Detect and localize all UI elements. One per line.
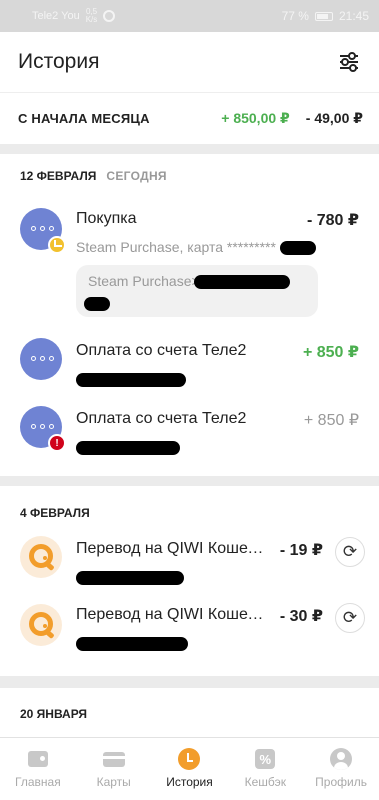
redaction-mark — [76, 441, 180, 456]
pending-clock-icon — [48, 236, 66, 254]
transaction-title: Оплата со счета Теле2 — [76, 410, 247, 427]
tab-label: Кешбэк — [244, 775, 286, 789]
transaction-amount: - 30 ₽ — [279, 608, 323, 625]
clock: 21:45 — [338, 9, 369, 23]
summary-label: С НАЧАЛА МЕСЯЦА — [18, 111, 150, 126]
more-dots-icon — [31, 356, 54, 361]
transaction-title: Перевод на QIWI Кошелек — [76, 540, 271, 557]
qiwi-avatar — [20, 536, 62, 578]
day-date: 12 ФЕВРАЛЯ — [20, 169, 97, 183]
history-icon — [178, 748, 201, 770]
redaction-mark — [194, 275, 290, 290]
transaction-amount: + 850 ₽ — [302, 344, 359, 361]
redaction-mark — [279, 241, 316, 256]
day-date: 20 ЯНВАРЯ — [20, 707, 88, 721]
transaction-subtitle — [76, 371, 361, 388]
tab-profile[interactable]: Профиль — [303, 738, 379, 800]
repeat-icon: ⟳ — [342, 542, 358, 561]
transaction-amount: - 780 ₽ — [306, 212, 359, 229]
tab-label: История — [166, 775, 213, 789]
transaction-amount: - 19 ₽ — [279, 542, 323, 559]
cashback-icon: % — [255, 749, 276, 769]
error-icon: ! — [48, 434, 66, 452]
battery-percent: 77 % — [281, 9, 309, 23]
sliders-icon — [340, 52, 358, 72]
day-header: 20 ЯНВАРЯ — [0, 688, 379, 740]
status-bar: Tele2 You 0,5 K/s 77 % 21:45 — [0, 0, 379, 32]
transaction-comment: Steam Purchase> — [76, 265, 318, 318]
tab-label: Карты — [96, 775, 131, 789]
bottom-tab-bar: Главная Карты История % Кешбэк Профиль — [0, 737, 379, 800]
card-icon — [102, 751, 125, 767]
tab-label: Главная — [15, 775, 61, 789]
wallet-icon — [27, 751, 48, 767]
tab-cards[interactable]: Карты — [76, 738, 152, 800]
transaction-subtitle — [76, 569, 361, 586]
qiwi-logo-icon — [29, 544, 53, 568]
carrier-label: Tele2 You — [32, 10, 80, 22]
day-date: 4 ФЕВРАЛЯ — [20, 506, 90, 520]
battery-icon — [314, 11, 333, 21]
day-header: 4 ФЕВРАЛЯ — [0, 486, 379, 540]
redaction-mark — [76, 373, 186, 388]
repeat-icon: ⟳ — [342, 608, 358, 627]
summary-income: + 850,00 ₽ — [221, 110, 290, 126]
redaction-mark — [76, 637, 188, 652]
transaction-row[interactable]: ! Оплата со счета Теле2 + 850 ₽ — [0, 402, 379, 472]
profile-icon — [330, 748, 353, 770]
filter-button[interactable] — [335, 48, 363, 76]
redaction-mark — [76, 571, 184, 586]
comment-text: Steam Purchase> — [88, 273, 200, 290]
tab-history[interactable]: История — [152, 738, 228, 800]
more-dots-icon — [31, 226, 54, 231]
transaction-subtitle: Steam Purchase, карта ********* — [76, 239, 361, 256]
transaction-subtitle-text: Steam Purchase, карта ********* — [76, 239, 276, 255]
search-status-icon — [103, 10, 116, 22]
transaction-avatar — [20, 208, 66, 254]
network-speed-unit: K/s — [85, 15, 98, 24]
tab-cashback[interactable]: % Кешбэк — [227, 738, 303, 800]
transaction-row[interactable]: Перевод на QIWI Кошелек - 30 ₽ ⟳ — [0, 603, 379, 676]
summary-expense: - 49,00 ₽ — [305, 110, 363, 126]
transaction-avatar: ! — [20, 406, 66, 452]
tab-home[interactable]: Главная — [0, 738, 76, 800]
transaction-title: Покупка — [76, 210, 137, 227]
qiwi-avatar — [20, 604, 62, 646]
page-title: История — [18, 50, 100, 73]
transaction-amount: + 850 ₽ — [303, 412, 359, 429]
day-header: 12 ФЕВРАЛЯ СЕГОДНЯ — [0, 154, 379, 198]
transaction-row[interactable]: Покупка - 780 ₽ Steam Purchase, карта **… — [0, 198, 379, 334]
redaction-mark — [84, 297, 110, 312]
transaction-title: Оплата со счета Теле2 — [76, 342, 247, 359]
repeat-payment-button[interactable]: ⟳ — [335, 537, 365, 567]
more-dots-icon — [31, 424, 54, 429]
qiwi-logo-icon — [29, 612, 53, 636]
repeat-payment-button[interactable]: ⟳ — [335, 603, 365, 633]
transaction-subtitle — [76, 439, 361, 456]
transaction-avatar — [20, 338, 62, 380]
today-tag: СЕГОДНЯ — [106, 169, 167, 183]
transaction-subtitle — [76, 635, 361, 652]
app-header: История — [0, 32, 379, 92]
tab-label: Профиль — [315, 775, 367, 789]
transaction-row[interactable]: Оплата со счета Теле2 + 850 ₽ — [0, 334, 379, 402]
day-group: 4 ФЕВРАЛЯ Перевод на QIWI Кошелек - 19 ₽… — [0, 486, 379, 676]
transaction-row[interactable]: Перевод на QIWI Кошелек - 19 ₽ ⟳ — [0, 536, 379, 606]
month-summary: С НАЧАЛА МЕСЯЦА + 850,00 ₽ - 49,00 ₽ — [0, 92, 379, 144]
day-group: 12 ФЕВРАЛЯ СЕГОДНЯ Покупка - 780 ₽ Steam… — [0, 154, 379, 476]
network-speed: 0,5 K/s — [86, 8, 98, 24]
transaction-title: Перевод на QIWI Кошелек — [76, 606, 271, 623]
